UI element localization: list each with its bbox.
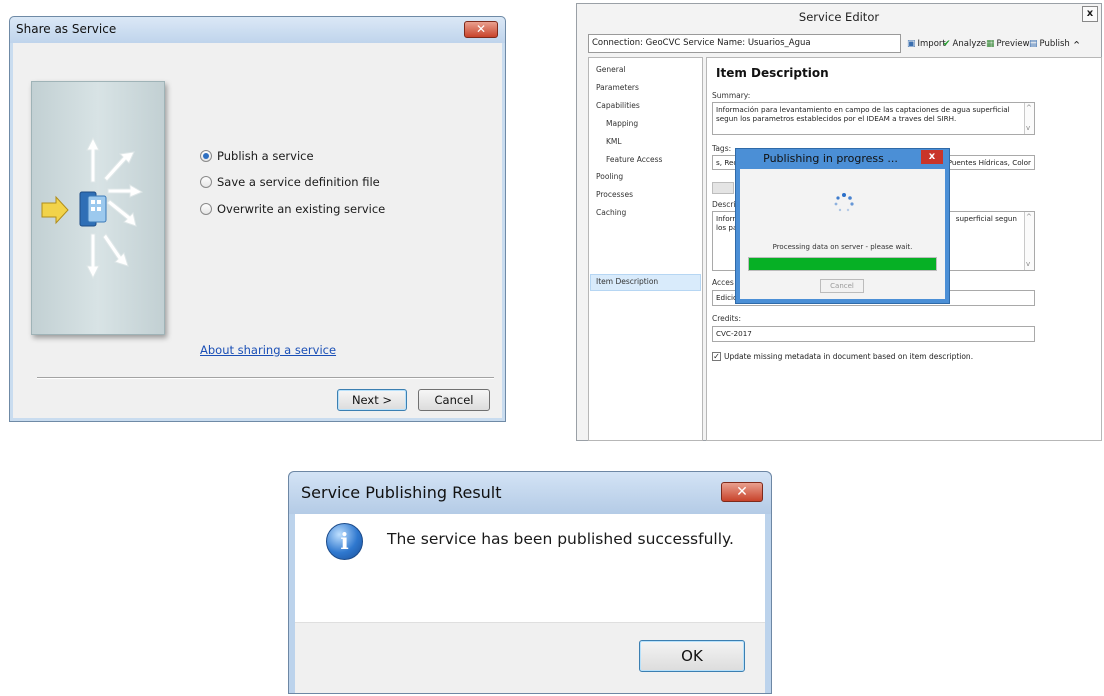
- nav-item-mapping[interactable]: Mapping: [606, 119, 638, 128]
- checkbox-label: Update missing metadata in document base…: [724, 352, 974, 361]
- close-icon: ✕: [736, 484, 748, 500]
- checkbox-checked-icon[interactable]: ✓: [712, 352, 721, 361]
- share-as-service-body: Publish a service Save a service definit…: [13, 43, 502, 418]
- window-title: Service Publishing Result: [301, 483, 502, 502]
- publish-button[interactable]: ▤ Publish: [1029, 39, 1070, 49]
- summary-label: Summary:: [712, 91, 751, 100]
- tags-text-right: Puentes Hídricas, Color: [947, 158, 1031, 167]
- ok-button[interactable]: OK: [639, 640, 745, 672]
- radio-icon[interactable]: [200, 176, 212, 188]
- scrollbar[interactable]: ^ v: [1024, 103, 1034, 134]
- progress-body: Processing data on server - please wait.…: [740, 169, 945, 299]
- connection-bar: Connection: GeoCVC Service Name: Usuario…: [588, 34, 901, 53]
- summary-field[interactable]: Información para levantamiento en campo …: [712, 102, 1035, 135]
- service-publishing-result-dialog: Service Publishing Result ✕ i The servic…: [288, 471, 772, 694]
- close-button[interactable]: ✕: [464, 21, 498, 38]
- scrollbar[interactable]: ^ v: [1024, 212, 1034, 270]
- window-title: Service Editor: [798, 10, 880, 24]
- share-as-service-window: Share as Service ✕ Publish a service Sav…: [9, 16, 506, 422]
- cancel-button[interactable]: Cancel: [820, 279, 864, 293]
- option-label: Overwrite an existing service: [217, 202, 386, 216]
- publish-service-option[interactable]: Publish a service: [200, 149, 314, 163]
- spinner-icon: [834, 193, 854, 212]
- publish-icon: ▤: [1029, 39, 1038, 49]
- description-label: Descri: [712, 200, 736, 209]
- close-icon: ✕: [475, 22, 487, 36]
- divider: [37, 377, 494, 379]
- preview-button[interactable]: ▦ Preview: [986, 39, 1030, 49]
- credits-field[interactable]: CVC-2017: [712, 326, 1035, 342]
- preview-label: Preview: [996, 39, 1030, 49]
- publish-illustration: [31, 81, 165, 335]
- nav-item-capabilities[interactable]: Capabilities: [596, 101, 640, 110]
- info-icon: i: [326, 523, 363, 560]
- result-body: i The service has been published success…: [295, 514, 765, 693]
- description-text-right: superficial segun: [955, 214, 1017, 223]
- import-icon: ▣: [907, 39, 916, 49]
- next-button[interactable]: Next >: [337, 389, 407, 411]
- nav-item-processes[interactable]: Processes: [596, 190, 633, 199]
- chevron-up-circle-icon: ⌃: [1072, 39, 1082, 52]
- preview-icon: ▦: [986, 39, 995, 49]
- tags-label: Tags:: [712, 144, 732, 153]
- progress-fill: [749, 258, 936, 270]
- cancel-button[interactable]: Cancel: [418, 389, 490, 411]
- nav-item-feature-access[interactable]: Feature Access: [606, 155, 662, 164]
- credits-label: Credits:: [712, 314, 741, 323]
- import-label: Import: [917, 39, 946, 49]
- dialog-title: Publishing in progress ...: [763, 152, 898, 165]
- radio-selected-icon[interactable]: [200, 150, 212, 162]
- nav-item-parameters[interactable]: Parameters: [596, 83, 639, 92]
- nav-item-kml[interactable]: KML: [606, 137, 622, 146]
- nav-item-item-description[interactable]: Item Description: [596, 277, 658, 286]
- nav-item-pooling[interactable]: Pooling: [596, 172, 623, 181]
- close-button[interactable]: x: [921, 150, 943, 164]
- publishing-progress-dialog: Publishing in progress ... x Processing …: [735, 148, 950, 304]
- overwrite-service-option[interactable]: Overwrite an existing service: [200, 202, 385, 216]
- get-tags-button[interactable]: [712, 182, 734, 194]
- editor-nav: General Parameters Capabilities Mapping …: [588, 57, 703, 441]
- window-title: Share as Service: [16, 22, 117, 36]
- radio-icon[interactable]: [200, 203, 212, 215]
- publish-label: Publish: [1039, 39, 1070, 49]
- option-label: Publish a service: [217, 149, 314, 163]
- credits-value: CVC-2017: [716, 329, 752, 338]
- save-definition-option[interactable]: Save a service definition file: [200, 175, 380, 189]
- checkmark-icon: ✔: [943, 39, 951, 49]
- progress-bar: [748, 257, 937, 271]
- summary-text: Información para levantamiento en campo …: [716, 105, 1010, 123]
- option-label: Save a service definition file: [217, 175, 380, 189]
- close-button[interactable]: x: [1082, 6, 1098, 22]
- analyze-button[interactable]: ✔ Analyze: [943, 39, 986, 49]
- result-titlebar: Service Publishing Result ✕: [289, 472, 771, 514]
- result-footer: OK: [295, 622, 765, 693]
- close-button[interactable]: ✕: [721, 482, 763, 502]
- nav-item-general[interactable]: General: [596, 65, 626, 74]
- analyze-label: Analyze: [952, 39, 987, 49]
- panel-heading: Item Description: [716, 66, 829, 80]
- nav-item-caching[interactable]: Caching: [596, 208, 626, 217]
- result-message: The service has been published successfu…: [387, 530, 734, 548]
- progress-message: Processing data on server - please wait.: [772, 243, 913, 251]
- collapse-button[interactable]: ⌃: [1072, 39, 1081, 52]
- about-sharing-link[interactable]: About sharing a service: [200, 343, 336, 357]
- share-as-service-titlebar: Share as Service ✕: [10, 17, 505, 43]
- access-label: Acces: [712, 278, 734, 287]
- import-button[interactable]: ▣ Import: [907, 39, 946, 49]
- service-editor-titlebar: Service Editor x: [577, 4, 1101, 30]
- update-metadata-checkbox[interactable]: ✓ Update missing metadata in document ba…: [712, 352, 973, 361]
- publish-service-icon: [41, 136, 144, 280]
